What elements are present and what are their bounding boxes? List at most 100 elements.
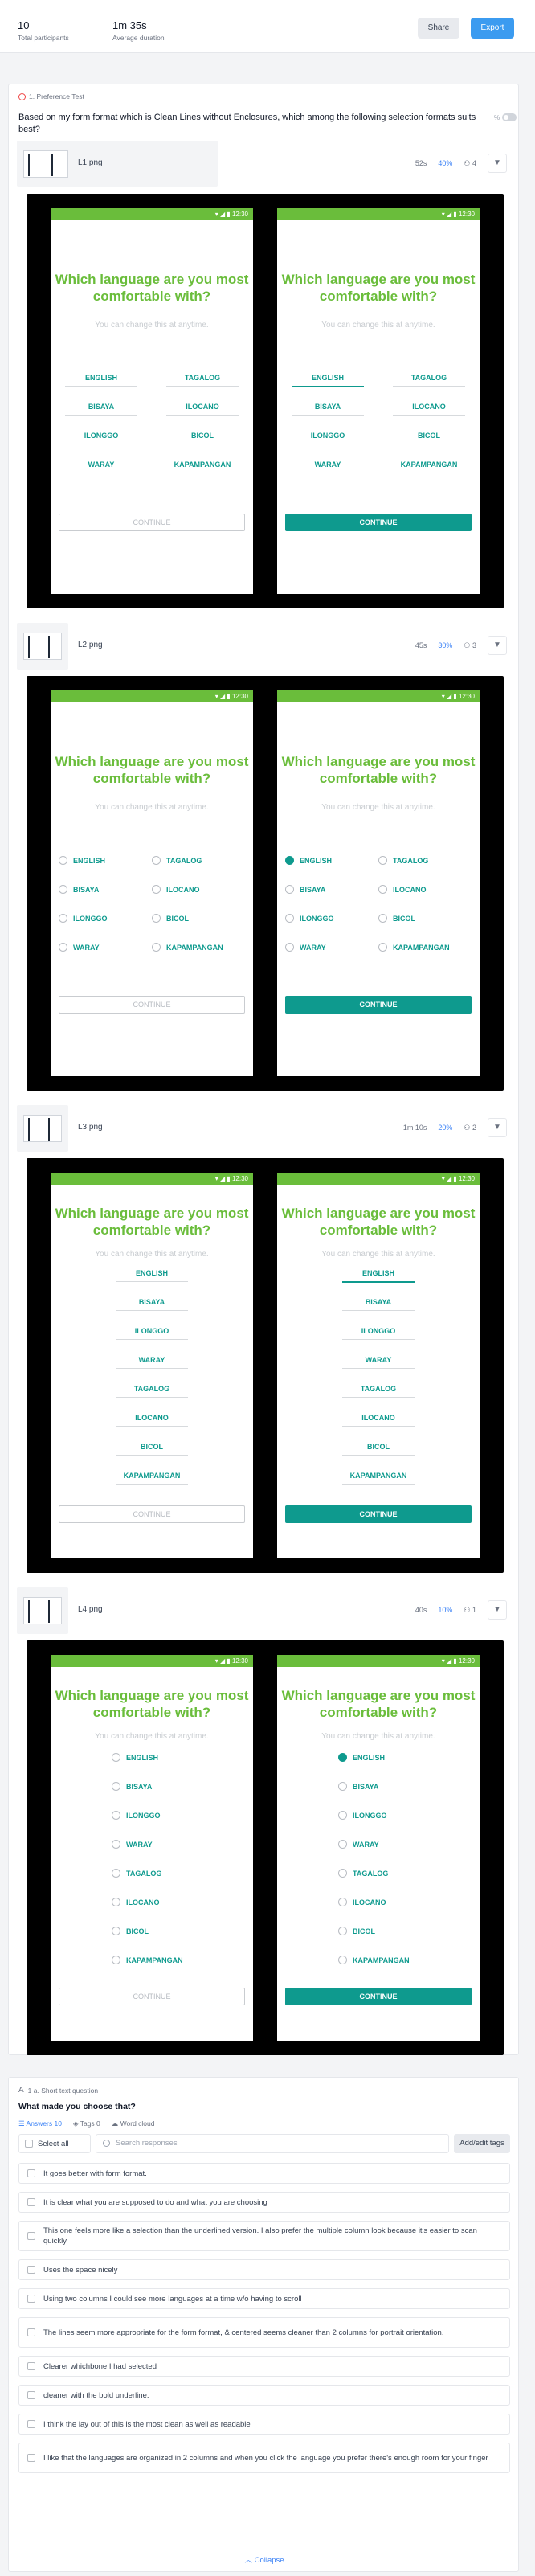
language-radio[interactable]: ILOCANO xyxy=(378,885,427,894)
option-thumbnail[interactable] xyxy=(17,1105,68,1152)
language-option[interactable]: BISAYA xyxy=(116,1298,188,1311)
language-option[interactable]: KAPAMPANGAN xyxy=(342,1472,415,1485)
language-option[interactable]: WARAY xyxy=(65,461,137,473)
language-option[interactable]: ILONGGO xyxy=(65,432,137,444)
language-radio[interactable]: TAGALOG xyxy=(112,1869,161,1878)
language-radio[interactable]: ILOCANO xyxy=(152,885,200,894)
tab-answers[interactable]: ☰ Answers 10 xyxy=(18,2119,62,2128)
language-option[interactable]: ILOCANO xyxy=(116,1414,188,1427)
language-option[interactable]: WARAY xyxy=(292,461,364,473)
response-row[interactable]: It goes better with form format. xyxy=(18,2163,510,2184)
language-radio[interactable]: WARAY xyxy=(338,1840,379,1849)
language-radio[interactable]: TAGALOG xyxy=(378,856,428,865)
checkbox-icon[interactable] xyxy=(27,2391,35,2399)
export-button[interactable]: Export xyxy=(471,18,514,39)
language-option[interactable]: BICOL xyxy=(393,432,465,444)
language-radio[interactable]: ILONGGO xyxy=(338,1811,387,1820)
language-option-selected[interactable]: ENGLISH xyxy=(342,1269,415,1283)
language-radio-selected[interactable]: ENGLISH xyxy=(338,1753,385,1762)
continue-button[interactable]: CONTINUE xyxy=(59,1505,245,1523)
continue-button[interactable]: CONTINUE xyxy=(59,1988,245,2005)
language-option[interactable]: WARAY xyxy=(116,1356,188,1369)
continue-button[interactable]: CONTINUE xyxy=(59,996,245,1014)
language-option[interactable]: BICOL xyxy=(342,1443,415,1456)
continue-button[interactable]: CONTINUE xyxy=(285,1988,472,2005)
percent-toggle[interactable]: % xyxy=(494,113,517,121)
language-option[interactable]: ILONGGO xyxy=(116,1327,188,1340)
language-radio[interactable]: BICOL xyxy=(338,1927,375,1935)
response-row[interactable]: cleaner with the bold underline. xyxy=(18,2385,510,2406)
tab-word-cloud[interactable]: ☁ Word cloud xyxy=(112,2119,155,2128)
response-row[interactable]: I think the lay out of this is the most … xyxy=(18,2414,510,2435)
language-radio[interactable]: ENGLISH xyxy=(112,1753,158,1762)
language-radio[interactable]: KAPAMPANGAN xyxy=(378,943,450,952)
filter-icon[interactable]: ▼ xyxy=(488,1118,507,1137)
language-radio[interactable]: BISAYA xyxy=(59,885,99,894)
language-option[interactable]: KAPAMPANGAN xyxy=(116,1472,188,1485)
language-radio[interactable]: TAGALOG xyxy=(338,1869,388,1878)
response-row[interactable]: Using two columns I could see more langu… xyxy=(18,2288,510,2309)
tab-tags[interactable]: ◈ Tags 0 xyxy=(73,2119,100,2128)
language-radio[interactable]: KAPAMPANGAN xyxy=(338,1956,410,1964)
language-option[interactable]: ENGLISH xyxy=(65,374,137,387)
option-thumbnail[interactable] xyxy=(17,1587,68,1634)
language-option[interactable]: ILOCANO xyxy=(166,403,239,416)
checkbox-icon[interactable] xyxy=(27,2295,35,2303)
option-thumbnail[interactable]: L1.png xyxy=(17,141,218,187)
language-option[interactable]: TAGALOG xyxy=(393,374,465,387)
search-input[interactable]: Search responses xyxy=(96,2134,449,2153)
filter-icon[interactable]: ▼ xyxy=(488,154,507,173)
response-row[interactable]: Uses the space nicely xyxy=(18,2259,510,2280)
language-radio[interactable]: KAPAMPANGAN xyxy=(112,1956,183,1964)
language-radio[interactable]: ILONGGO xyxy=(112,1811,161,1820)
language-option[interactable]: KAPAMPANGAN xyxy=(166,461,239,473)
checkbox-icon[interactable] xyxy=(27,2169,35,2177)
response-row[interactable]: This one feels more like a selection tha… xyxy=(18,2221,510,2251)
language-option[interactable]: TAGALOG xyxy=(116,1385,188,1398)
response-row[interactable]: Clearer whichbone I had selected xyxy=(18,2356,510,2377)
language-radio[interactable]: WARAY xyxy=(285,943,326,952)
select-all[interactable]: Select all xyxy=(18,2134,91,2153)
language-radio[interactable]: BISAYA xyxy=(112,1782,152,1791)
language-option-selected[interactable]: ENGLISH xyxy=(292,374,364,387)
language-radio[interactable]: ILONGGO xyxy=(59,914,108,923)
language-radio[interactable]: ILONGGO xyxy=(285,914,334,923)
continue-button[interactable]: CONTINUE xyxy=(59,514,245,531)
checkbox-icon[interactable] xyxy=(27,2328,35,2336)
language-radio[interactable]: WARAY xyxy=(112,1840,153,1849)
checkbox-icon[interactable] xyxy=(27,2362,35,2370)
language-radio[interactable]: TAGALOG xyxy=(152,856,202,865)
response-row[interactable]: I like that the languages are organized … xyxy=(18,2443,510,2473)
response-row[interactable]: It is clear what you are supposed to do … xyxy=(18,2192,510,2213)
language-option[interactable]: ILOCANO xyxy=(393,403,465,416)
checkbox-icon[interactable] xyxy=(27,2266,35,2274)
language-option[interactable]: ILONGGO xyxy=(342,1327,415,1340)
language-option[interactable]: ENGLISH xyxy=(116,1269,188,1282)
response-row[interactable]: The lines seem more appropriate for the … xyxy=(18,2317,510,2348)
checkbox-icon[interactable] xyxy=(27,2454,35,2462)
language-option[interactable]: TAGALOG xyxy=(166,374,239,387)
language-radio[interactable]: BICOL xyxy=(152,914,189,923)
option-thumbnail[interactable] xyxy=(17,623,68,670)
language-option[interactable]: KAPAMPANGAN xyxy=(393,461,465,473)
filter-icon[interactable]: ▼ xyxy=(488,636,507,655)
share-button[interactable]: Share xyxy=(418,18,459,39)
filter-icon[interactable]: ▼ xyxy=(488,1600,507,1620)
language-option[interactable]: ILOCANO xyxy=(342,1414,415,1427)
language-radio[interactable]: BICOL xyxy=(112,1927,149,1935)
language-radio[interactable]: BICOL xyxy=(378,914,415,923)
language-radio[interactable]: ILOCANO xyxy=(112,1898,160,1906)
continue-button[interactable]: CONTINUE xyxy=(285,996,472,1014)
checkbox-icon[interactable] xyxy=(27,2420,35,2428)
language-radio[interactable]: KAPAMPANGAN xyxy=(152,943,223,952)
language-radio[interactable]: ENGLISH xyxy=(59,856,105,865)
collapse-button[interactable]: ︿ Collapse xyxy=(9,2553,520,2565)
language-option[interactable]: BICOL xyxy=(116,1443,188,1456)
language-option[interactable]: WARAY xyxy=(342,1356,415,1369)
toggle-switch[interactable] xyxy=(502,113,517,121)
checkbox-icon[interactable] xyxy=(27,2198,35,2206)
language-radio[interactable]: WARAY xyxy=(59,943,100,952)
checkbox-icon[interactable] xyxy=(27,2232,35,2240)
continue-button[interactable]: CONTINUE xyxy=(285,514,472,531)
continue-button[interactable]: CONTINUE xyxy=(285,1505,472,1523)
